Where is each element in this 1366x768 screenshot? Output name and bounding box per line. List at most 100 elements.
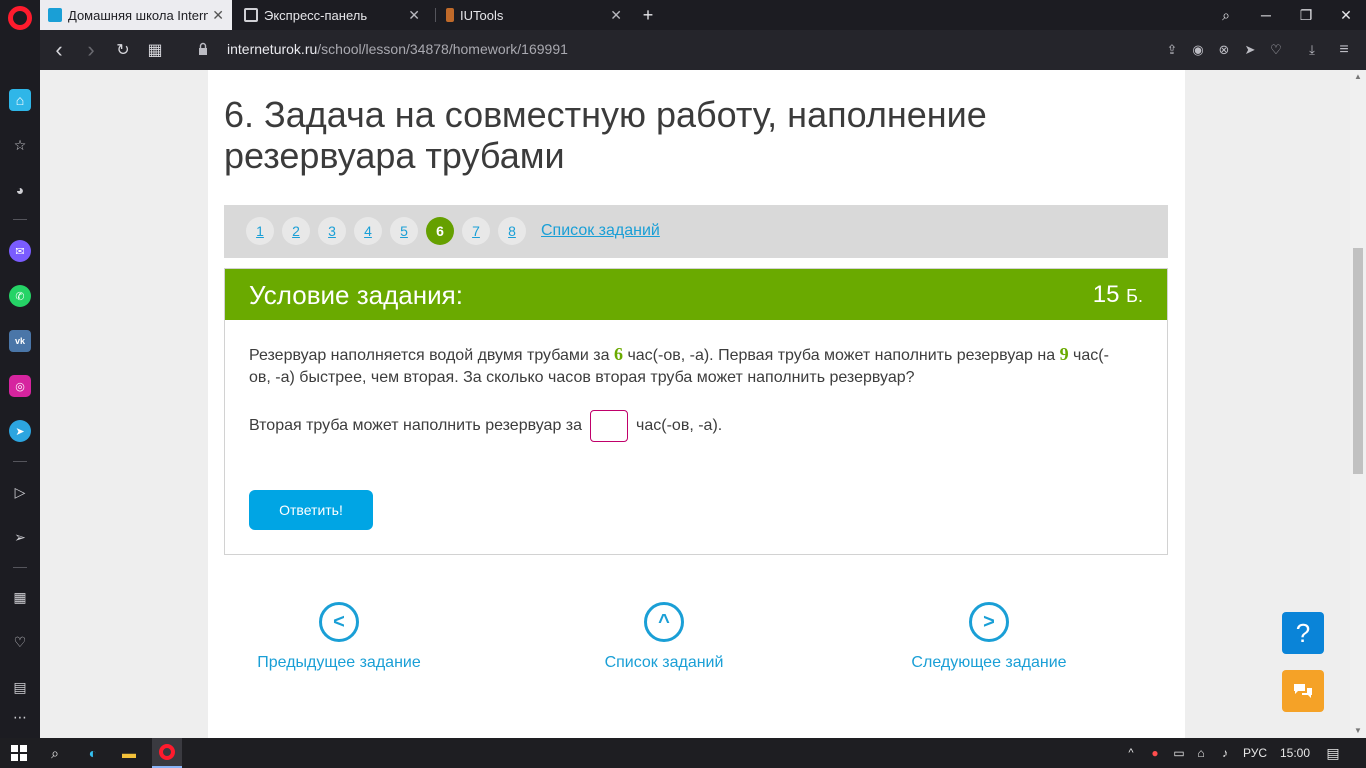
tab-close-icon[interactable]: ✕	[212, 7, 224, 24]
sidebar-divider	[13, 567, 27, 568]
player-icon[interactable]: ▷	[9, 481, 31, 503]
back-button[interactable]: ‹	[48, 37, 70, 62]
url-host: interneturok.ru	[227, 41, 318, 57]
score-value: 15	[1092, 281, 1120, 308]
taskbar-search-icon[interactable]: ⌕	[44, 742, 66, 764]
scrollbar-thumb[interactable]	[1353, 248, 1363, 474]
windows-start-icon[interactable]	[8, 742, 30, 764]
answer-input[interactable]	[590, 410, 629, 442]
window-minimize-button[interactable]: ─	[1254, 4, 1278, 26]
page-link-3[interactable]: 3	[318, 217, 346, 245]
input-language[interactable]: РУС	[1243, 746, 1267, 760]
tab-title: Экспресс-панель	[264, 7, 368, 23]
tab-close-icon[interactable]: ✕	[408, 7, 420, 24]
vk-icon[interactable]: vk	[9, 330, 31, 352]
send-to-flow-icon[interactable]: ➤	[1240, 40, 1260, 60]
windows-taskbar: ⌕ ◐ ▬ ^ ● ▭ ⌂ ♪ РУС 15:00 ▤	[0, 738, 1366, 768]
adblock-icon[interactable]: ⊗	[1214, 40, 1234, 60]
iutools-favicon-icon	[446, 8, 454, 22]
reload-button[interactable]: ↻	[112, 39, 134, 61]
task-text-part: Резервуар наполняется водой двумя трубам…	[249, 347, 610, 364]
lesson-content: 6. Задача на совместную работу, наполнен…	[208, 70, 1185, 738]
window-close-button[interactable]: ✕	[1334, 4, 1358, 26]
volume-icon[interactable]: ♪	[1214, 742, 1236, 764]
snapshot-camera-icon[interactable]: ◉	[1188, 40, 1208, 60]
submit-answer-button[interactable]: Ответить!	[249, 490, 373, 530]
show-hidden-icons-chevron-icon[interactable]: ^	[1120, 742, 1142, 764]
chat-button[interactable]	[1282, 670, 1324, 712]
downloads-icon[interactable]: ⤓	[1302, 40, 1322, 60]
tab-express-panel[interactable]: Экспресс-панель ✕	[236, 0, 428, 30]
answer-suffix: час(-ов, -а).	[636, 417, 723, 434]
history-icon[interactable]: ▤	[9, 676, 31, 698]
easy-setup-menu-icon[interactable]: ≡	[1334, 40, 1354, 60]
more-icon[interactable]: ⋯	[9, 706, 31, 728]
next-task-nav[interactable]: > Следующее задание	[889, 602, 1089, 672]
chevron-up-icon[interactable]: ^	[644, 602, 684, 642]
bookmarks-icon[interactable]: ☆	[9, 134, 31, 156]
chevron-right-icon[interactable]: >	[969, 602, 1009, 642]
opera-sidebar: ⌂ ☆ ◕ ✉ ✆ vk ◎ ➤ ▷ ➢ ▦ ♡ ▤ ⋯	[0, 0, 40, 738]
next-task-link[interactable]: Следующее задание	[889, 654, 1089, 672]
edge-browser-icon[interactable]: ◐	[82, 742, 104, 764]
opera-logo-small-icon	[159, 744, 175, 760]
favorites-heart-icon[interactable]: ♡	[9, 631, 31, 653]
share-icon[interactable]: ⇪	[1162, 40, 1182, 60]
task-statement: Резервуар наполняется водой двумя трубам…	[249, 343, 1129, 389]
page-title: 6. Задача на совместную работу, наполнен…	[224, 94, 987, 176]
task-card: Условие задания: 15 Б. Резервуар наполня…	[224, 268, 1168, 555]
lock-icon[interactable]	[198, 42, 208, 56]
url-field[interactable]: interneturok.ru/school/lesson/34878/home…	[227, 41, 568, 57]
add-bookmark-heart-icon[interactable]: ♡	[1266, 40, 1286, 60]
tabs-grid-button[interactable]: ▦	[144, 39, 166, 61]
page-link-4[interactable]: 4	[354, 217, 382, 245]
task-list-nav[interactable]: ^ Список заданий	[564, 602, 764, 672]
page-scrollbar[interactable]: ▲ ▼	[1350, 70, 1366, 738]
tab-title: IUTools	[460, 7, 504, 23]
task-list-bottom-link[interactable]: Список заданий	[564, 654, 764, 672]
telegram-icon[interactable]: ➤	[9, 420, 31, 442]
my-flow-icon[interactable]: ➢	[9, 526, 31, 548]
antivirus-tray-icon[interactable]: ●	[1144, 742, 1166, 764]
messenger-icon[interactable]: ✉	[9, 240, 31, 262]
task-score: 15 Б.	[1093, 281, 1143, 309]
notifications-icon[interactable]: ▤	[1322, 742, 1344, 764]
help-button[interactable]: ?	[1282, 612, 1324, 654]
url-path: /school/lesson/34878/homework/169991	[317, 41, 568, 57]
tab-iutools[interactable]: IUTools ✕	[438, 0, 630, 30]
tab-search-icon[interactable]: ⌕	[1214, 4, 1238, 26]
whatsapp-icon[interactable]: ✆	[9, 285, 31, 307]
answer-row: Вторая труба может наполнить резервуар з…	[249, 410, 722, 442]
task-list-link[interactable]: Список заданий	[541, 222, 660, 240]
page-link-7[interactable]: 7	[462, 217, 490, 245]
new-tab-button[interactable]: +	[636, 4, 660, 26]
chevron-left-icon[interactable]: <	[319, 602, 359, 642]
network-icon[interactable]: ⌂	[1190, 742, 1212, 764]
page-link-2[interactable]: 2	[282, 217, 310, 245]
speed-dial-icon[interactable]: ▦	[9, 586, 31, 608]
task-pager: 1 2 3 4 5 6 7 8 Список заданий	[224, 205, 1168, 258]
page-link-8[interactable]: 8	[498, 217, 526, 245]
sidebar-divider	[13, 219, 27, 220]
page-link-1[interactable]: 1	[246, 217, 274, 245]
prev-task-link[interactable]: Предыдущее задание	[239, 654, 439, 672]
scroll-down-arrow-icon[interactable]: ▼	[1354, 726, 1362, 735]
home-icon[interactable]: ⌂	[9, 89, 31, 111]
opera-taskbar-icon[interactable]	[152, 738, 182, 768]
tab-bar: Домашняя школа Internet ✕ Экспресс-панел…	[40, 0, 1366, 30]
tab-close-icon[interactable]: ✕	[610, 7, 622, 24]
crypto-wallet-icon[interactable]: ◕	[9, 179, 31, 201]
instagram-icon[interactable]: ◎	[9, 375, 31, 397]
prev-task-nav[interactable]: < Предыдущее задание	[239, 602, 439, 672]
taskbar-clock[interactable]: 15:00	[1280, 746, 1310, 760]
scroll-up-arrow-icon[interactable]: ▲	[1354, 72, 1362, 81]
window-maximize-button[interactable]: ❐	[1294, 4, 1318, 26]
page-link-5[interactable]: 5	[390, 217, 418, 245]
file-explorer-icon[interactable]: ▬	[118, 742, 140, 764]
opera-logo-icon[interactable]	[8, 6, 32, 30]
tab-home-school[interactable]: Домашняя школа Internet ✕	[40, 0, 232, 30]
web-page: 6. Задача на совместную работу, наполнен…	[40, 70, 1350, 738]
battery-icon[interactable]: ▭	[1168, 742, 1190, 764]
page-link-6-active[interactable]: 6	[426, 217, 454, 245]
forward-button[interactable]: ›	[80, 37, 102, 62]
